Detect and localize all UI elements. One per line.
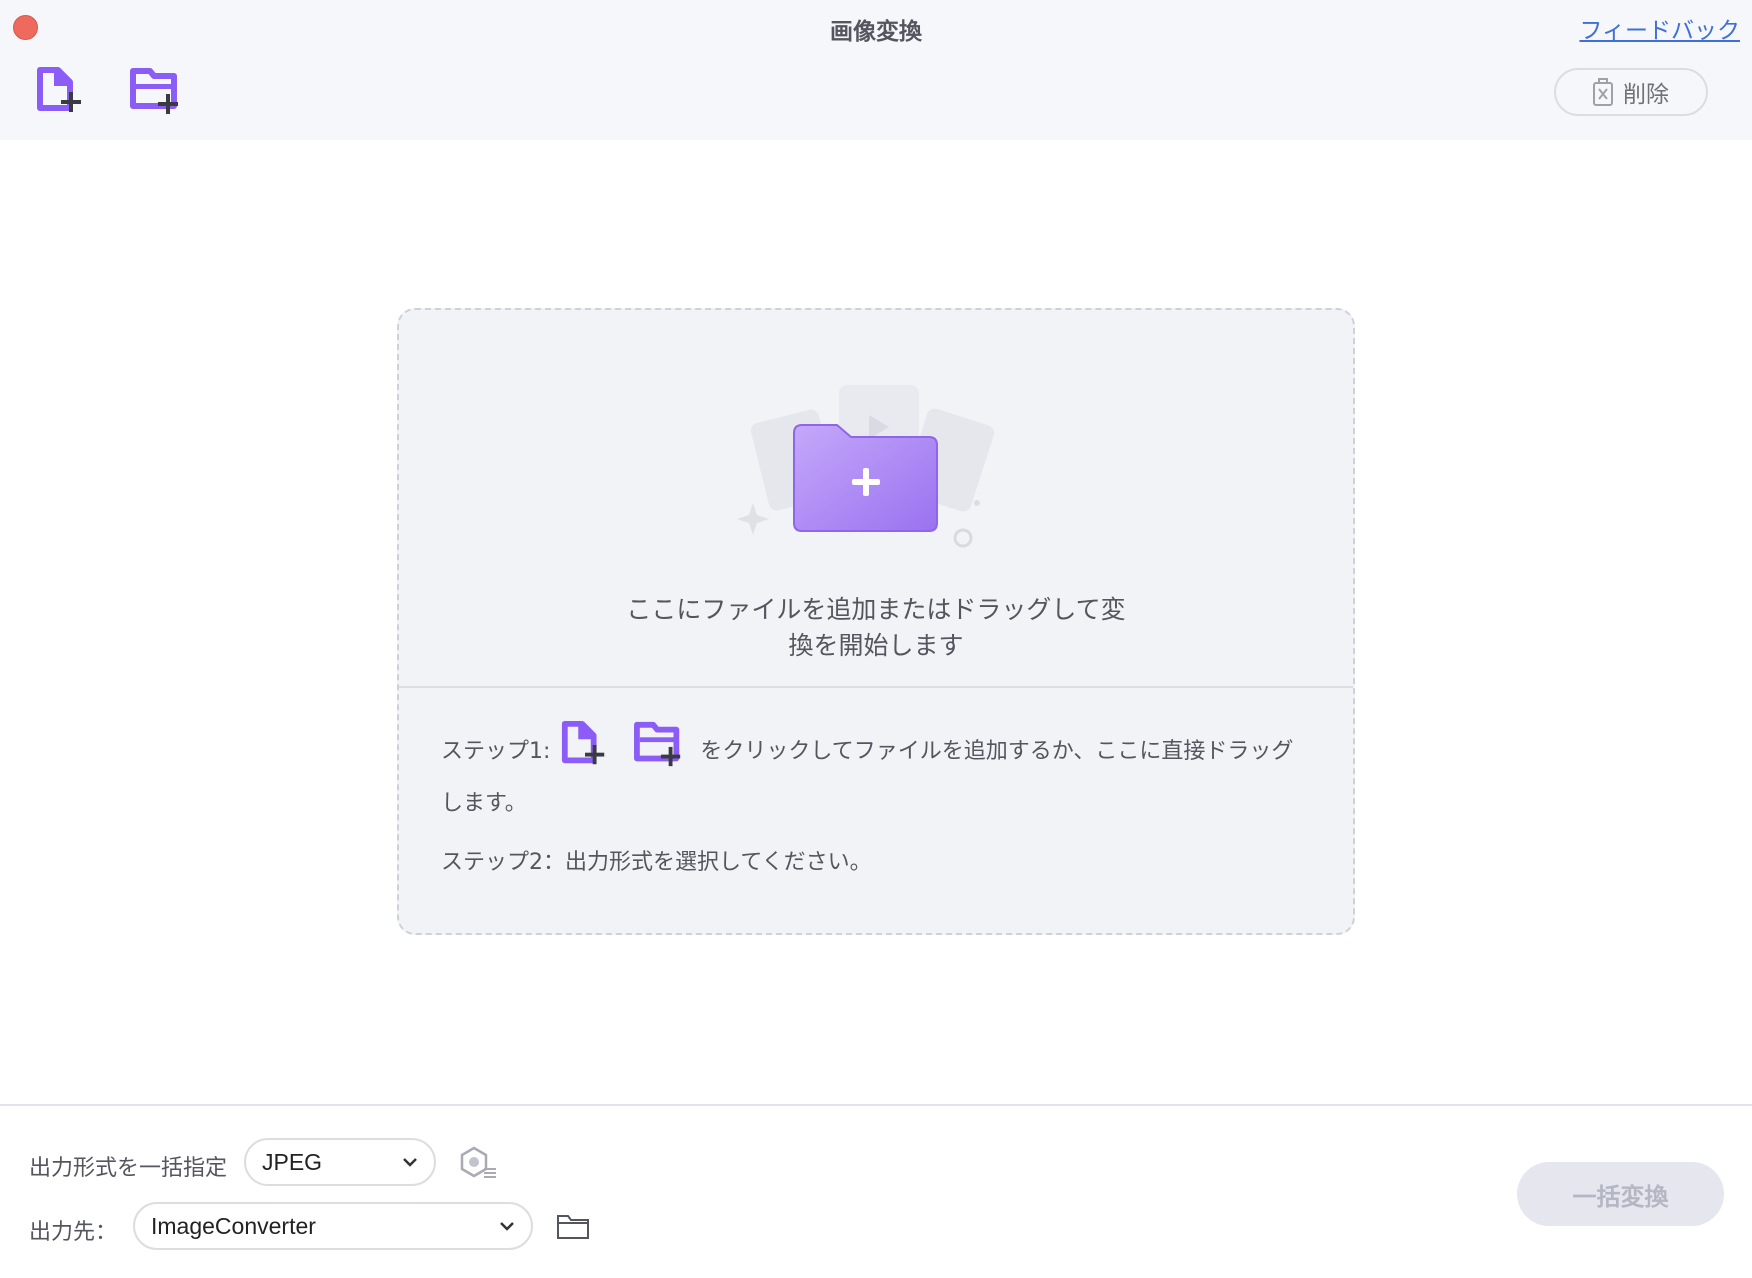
footer-bar: 出力形式を一括指定 JPEG 出力先： ImageConverter 一括変換 xyxy=(0,1104,1752,1278)
delete-button[interactable]: 削除 xyxy=(1554,68,1708,116)
feedback-link[interactable]: フィードバック xyxy=(1579,11,1740,45)
step2-instructions: ステップ2：出力形式を選択してください。 xyxy=(441,850,872,875)
dropzone-divider xyxy=(399,686,1353,688)
add-folder-button[interactable] xyxy=(130,66,184,118)
output-format-label: 出力形式を一括指定 xyxy=(29,1156,228,1181)
drop-message-line1: ここにファイルを追加またはドラッグして変 xyxy=(626,595,1126,624)
add-folder-illustration-icon xyxy=(737,385,995,548)
title-bar: 画像変換 フィードバック 削除 xyxy=(0,0,1752,140)
output-destination-label: 出力先： xyxy=(29,1220,118,1245)
window-title: 画像変換 xyxy=(830,19,922,45)
delete-label: 削除 xyxy=(1623,82,1669,108)
add-folder-icon xyxy=(130,68,178,114)
chevron-down-icon xyxy=(500,1222,514,1231)
chevron-down-icon xyxy=(403,1158,417,1167)
drop-message-line2: 換を開始します xyxy=(788,631,964,660)
drop-instructions: ここにファイルを追加またはドラッグして変 換を開始します xyxy=(399,592,1353,664)
file-drop-zone[interactable]: ここにファイルを追加またはドラッグして変 換を開始します ステップ1: をクリッ… xyxy=(397,308,1355,935)
settings-icon xyxy=(460,1146,496,1178)
trash-icon xyxy=(1593,78,1613,106)
format-settings-button[interactable] xyxy=(458,1146,498,1186)
step1-prefix: ステップ1: xyxy=(441,739,551,764)
step1-instructions: ステップ1: をクリックしてファイルを追加するか、ここに直接ドラッグ します。 xyxy=(441,720,1321,824)
open-output-folder-button[interactable] xyxy=(556,1212,590,1244)
folder-icon xyxy=(557,1215,589,1239)
output-destination-value: ImageConverter xyxy=(151,1212,316,1239)
add-file-icon xyxy=(562,720,605,765)
step1-line2: します。 xyxy=(441,791,527,816)
add-file-button[interactable] xyxy=(36,66,86,118)
batch-convert-button[interactable]: 一括変換 xyxy=(1517,1162,1724,1226)
output-destination-select[interactable]: ImageConverter xyxy=(133,1202,533,1250)
step1-suffix: をクリックしてファイルを追加するか、ここに直接ドラッグ xyxy=(700,739,1294,764)
add-file-icon xyxy=(37,67,81,112)
output-format-value: JPEG xyxy=(262,1148,323,1175)
add-folder-icon xyxy=(634,721,681,767)
output-format-select[interactable]: JPEG xyxy=(244,1138,436,1186)
step1-add-file-button[interactable] xyxy=(560,720,610,784)
step1-add-folder-button[interactable] xyxy=(634,720,686,784)
